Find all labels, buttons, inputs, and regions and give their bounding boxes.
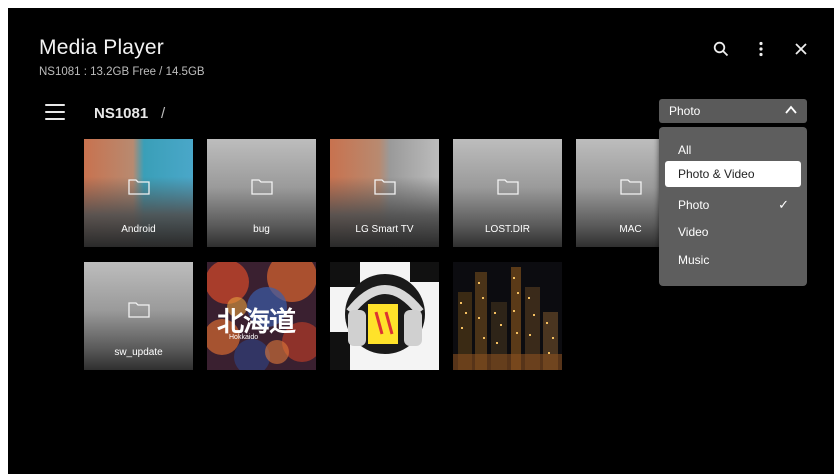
folder-icon [128,302,150,318]
folder-tile-lost-dir[interactable]: LOST.DIR [453,139,562,247]
photo-tile-city-night[interactable] [453,262,562,370]
option-label: All [678,143,692,157]
folder-label: Android [121,224,156,235]
more-vert-icon[interactable] [750,38,772,60]
headphones-photo [330,262,439,370]
breadcrumb-current[interactable]: NS1081 [94,105,148,122]
folder-tile-bug[interactable]: bug [207,139,316,247]
filter-dropdown-menu: All Photo & Video Photo ✓ Video Music [659,127,807,286]
city-night-photo [453,262,562,370]
folder-tile-android[interactable]: Android [84,139,193,247]
filter-option-all[interactable]: All [659,137,807,163]
option-label: Photo & Video [678,167,755,181]
folder-label: LG Smart TV [355,224,414,235]
chevron-up-icon [785,105,797,114]
filter-dropdown[interactable]: Photo [659,99,807,123]
media-player-screen: Media Player NS1081 : 13.2GB Free / 14.5… [8,8,834,474]
checkmark-icon: ✓ [778,197,789,212]
folder-label: bug [253,224,270,235]
filter-option-music[interactable]: Music [659,247,807,273]
photo-tile-headphones[interactable] [330,262,439,370]
folder-label: LOST.DIR [484,224,530,235]
close-icon[interactable] [790,38,812,60]
hokkaido-roman-text: Hokkaido [229,334,259,341]
folder-tile-lg-smart-tv[interactable]: LG Smart TV [330,139,439,247]
folder-label: sw_update [114,347,163,358]
folder-icon [251,179,273,195]
option-label: Music [678,253,710,267]
search-icon[interactable] [710,38,732,60]
option-label: Photo [678,198,710,212]
filter-selected-value: Photo [669,104,701,118]
folder-tile-sw-update[interactable]: sw_update [84,262,193,370]
app-title: Media Player [39,36,164,59]
folder-icon [497,179,519,195]
folder-icon [374,179,396,195]
folder-icon [620,179,642,195]
filter-option-video[interactable]: Video [659,219,807,245]
breadcrumb-separator: / [161,105,166,122]
photo-tile-hokkaido[interactable]: 北海道 Hokkaido [207,262,316,370]
folder-icon [128,179,150,195]
storage-info: NS1081 : 13.2GB Free / 14.5GB [39,66,205,78]
filter-option-photo-video[interactable]: Photo & Video [665,161,801,187]
option-label: Video [678,225,709,239]
filter-option-photo[interactable]: Photo ✓ [659,192,807,218]
hamburger-menu-icon[interactable] [45,104,65,122]
